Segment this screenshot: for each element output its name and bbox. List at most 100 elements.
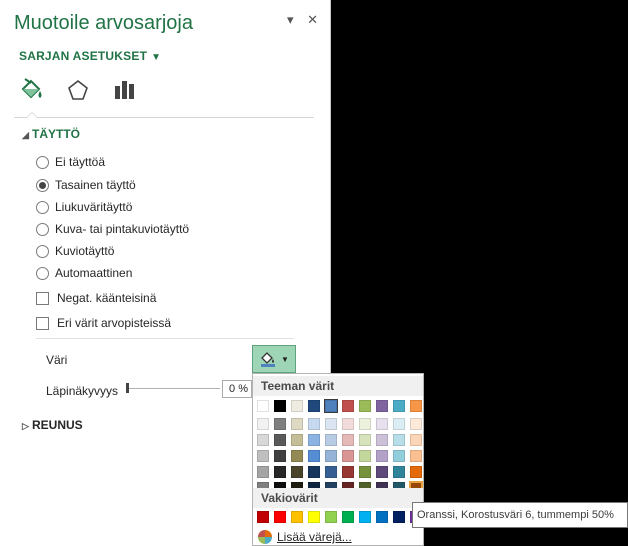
theme-shade-swatch[interactable] [325,434,337,446]
vary-colors-checkbox[interactable] [36,316,49,330]
fill-option-2[interactable]: Tasainen täyttö [36,178,136,192]
fill-option-1[interactable]: Ei täyttöä [36,155,105,169]
fill-line-icon[interactable] [18,76,46,104]
radio-button[interactable] [36,266,49,280]
standard-color-swatch[interactable] [376,511,388,523]
border-section-label: REUNUS [32,418,83,432]
standard-color-swatch[interactable] [274,511,286,523]
color-tooltip: Oranssi, Korostusväri 6, tummempi 50% [412,502,628,528]
theme-color-swatch[interactable] [324,399,338,413]
theme-shade-swatch[interactable] [257,418,269,430]
theme-shade-swatch[interactable] [308,418,320,430]
standard-color-swatch[interactable] [325,511,337,523]
fill-section-header[interactable]: ◢ TÄYTTÖ [22,127,80,141]
radio-button[interactable] [36,244,49,258]
radio-button[interactable] [36,200,49,214]
theme-shade-swatch[interactable] [393,418,405,430]
fill-option-6[interactable]: Automaattinen [36,266,132,280]
border-section-header[interactable]: ▷ REUNUS [22,418,83,432]
invert-checkbox[interactable] [36,291,49,305]
theme-shade-swatch[interactable] [393,450,405,462]
theme-shade-swatch[interactable] [308,466,320,478]
more-colors-item[interactable]: Lisää värejä... [257,529,352,545]
theme-color-swatch[interactable] [274,400,286,412]
theme-shade-swatch[interactable] [342,466,354,478]
color-label: Väri [46,353,68,367]
fill-option-5[interactable]: Kuviotäyttö [36,244,114,258]
theme-shade-swatch[interactable] [274,450,286,462]
fill-option-label: Kuviotäyttö [55,244,115,258]
theme-shade-swatch[interactable] [342,418,354,430]
standard-color-swatch[interactable] [308,511,320,523]
pane-tabs [18,76,138,104]
theme-shade-swatch[interactable] [410,466,422,478]
fill-option-label: Ei täyttöä [55,155,106,169]
theme-shade-swatch[interactable] [376,466,388,478]
transparency-input[interactable]: 0 % [222,380,252,398]
theme-shade-swatch[interactable] [325,466,337,478]
series-options-icon[interactable] [110,76,138,104]
theme-color-swatch[interactable] [308,400,320,412]
theme-shade-swatch[interactable] [376,418,388,430]
standard-color-swatch[interactable] [291,511,303,523]
theme-shade-swatch[interactable] [274,466,286,478]
close-icon[interactable]: ✕ [307,12,318,27]
transparency-slider-thumb[interactable] [126,383,129,393]
radio-button[interactable] [36,222,49,236]
theme-shade-swatch[interactable] [291,434,303,446]
theme-shade-swatch[interactable] [291,466,303,478]
theme-shade-swatch[interactable] [257,434,269,446]
fill-divider [36,338,294,339]
fill-option-3[interactable]: Liukuväritäyttö [36,200,132,214]
theme-shade-swatch[interactable] [410,418,422,430]
standard-color-swatch[interactable] [257,511,269,523]
theme-color-swatch[interactable] [257,400,269,412]
theme-color-swatch[interactable] [376,400,388,412]
paint-bucket-icon [261,352,276,367]
theme-shade-swatch[interactable] [274,418,286,430]
theme-shade-swatch[interactable] [393,466,405,478]
theme-shade-swatch[interactable] [257,466,269,478]
theme-shade-swatch[interactable] [359,434,371,446]
standard-color-swatch[interactable] [393,511,405,523]
standard-color-swatch[interactable] [359,511,371,523]
radio-button[interactable] [36,155,49,169]
standard-color-swatch[interactable] [342,511,354,523]
theme-shade-swatch[interactable] [359,466,371,478]
theme-shade-swatch[interactable] [342,450,354,462]
invert-if-negative[interactable]: Negat. käänteisinä [36,291,156,305]
theme-shade-swatch[interactable] [291,450,303,462]
effects-icon[interactable] [64,76,92,104]
active-tab-pointer [26,112,38,118]
theme-shade-swatch[interactable] [274,434,286,446]
pane-options-icon[interactable]: ▾ [287,12,294,27]
theme-shade-swatch[interactable] [393,434,405,446]
fill-color-button[interactable]: ▼ [252,345,296,373]
theme-shade-swatch[interactable] [325,450,337,462]
series-options-dropdown[interactable]: SARJAN ASETUKSET ▼ [19,49,161,63]
theme-colors-header: Teeman värit [253,376,423,396]
radio-button[interactable] [36,178,49,192]
theme-shade-swatch[interactable] [308,434,320,446]
theme-shade-swatch[interactable] [325,418,337,430]
theme-shade-swatch[interactable] [410,434,422,446]
theme-color-swatch[interactable] [291,400,303,412]
transparency-slider-track[interactable] [128,388,220,389]
pane-title: Muotoile arvosarjoja [14,12,193,34]
chevron-down-icon: ▼ [151,52,162,63]
theme-shade-swatch[interactable] [410,450,422,462]
theme-shade-swatch[interactable] [359,450,371,462]
theme-color-swatch[interactable] [359,400,371,412]
theme-shade-swatch[interactable] [342,434,354,446]
fill-option-4[interactable]: Kuva- tai pintakuviotäyttö [36,222,189,236]
theme-shade-swatch[interactable] [376,450,388,462]
theme-color-swatch[interactable] [393,400,405,412]
vary-colors-by-point[interactable]: Eri värit arvopisteissä [36,316,171,330]
theme-color-swatch[interactable] [342,400,354,412]
theme-shade-swatch[interactable] [291,418,303,430]
theme-shade-swatch[interactable] [308,450,320,462]
theme-color-swatch[interactable] [410,400,422,412]
theme-shade-swatch[interactable] [376,434,388,446]
theme-shade-swatch[interactable] [359,418,371,430]
theme-shade-swatch[interactable] [257,450,269,462]
